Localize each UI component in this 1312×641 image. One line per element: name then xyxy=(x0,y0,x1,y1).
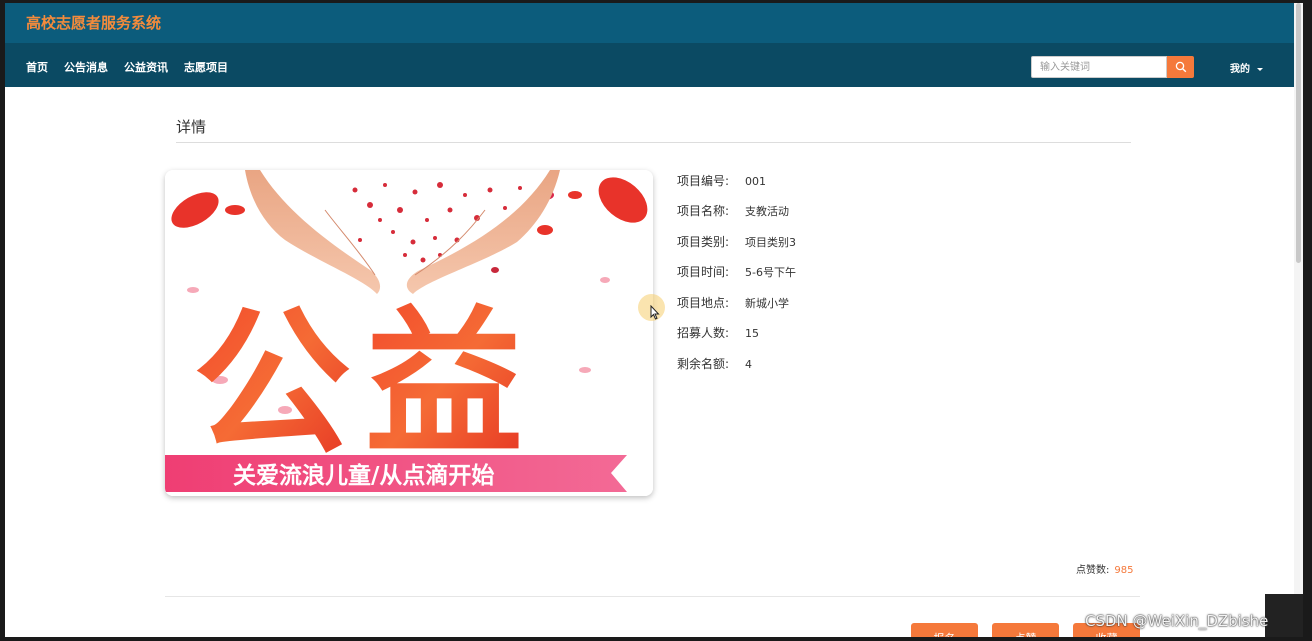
info-label: 项目时间: xyxy=(677,265,730,279)
info-value: 支教活动 xyxy=(745,205,789,218)
info-label: 剩余名额: xyxy=(677,357,730,371)
nav-item-projects[interactable]: 志愿项目 xyxy=(184,59,228,75)
nav-item-news[interactable]: 公益资讯 xyxy=(124,59,168,75)
search-input[interactable] xyxy=(1031,56,1167,78)
info-row-name: 项目名称: 支教活动 xyxy=(677,202,789,219)
vertical-scrollbar[interactable] xyxy=(1294,3,1303,637)
info-row-location: 项目地点: 新城小学 xyxy=(677,294,789,311)
chevron-down-icon xyxy=(1257,67,1263,71)
project-image: 公 益 关爱流浪儿童/从点滴开始 xyxy=(165,170,653,496)
main-navbar: 首页 公告消息 公益资讯 志愿项目 我的 xyxy=(5,43,1303,87)
like-button[interactable]: 点赞 xyxy=(992,623,1059,637)
info-row-category: 项目类别: 项目类别3 xyxy=(677,233,796,250)
info-row-recruit-count: 招募人数: 15 xyxy=(677,324,759,341)
top-header: 高校志愿者服务系统 xyxy=(5,3,1303,43)
info-label: 项目地点: xyxy=(677,296,730,310)
info-value: 新城小学 xyxy=(745,297,789,310)
detail-section-title: 详情 xyxy=(176,118,207,136)
info-value: 项目类别3 xyxy=(745,236,796,249)
nav-item-home[interactable]: 首页 xyxy=(26,59,48,75)
poster-big-char-2: 益 xyxy=(365,292,523,476)
info-row-remaining: 剩余名额: 4 xyxy=(677,355,752,372)
charity-poster-image: 公 益 关爱流浪儿童/从点滴开始 xyxy=(165,170,653,496)
watermark-text: CSDN @WeiXin_DZbishe xyxy=(1085,612,1269,630)
search-button[interactable] xyxy=(1167,56,1194,78)
scrollbar-thumb[interactable] xyxy=(1296,3,1301,263)
info-label: 招募人数: xyxy=(677,326,730,340)
likes-label: 点赞数: xyxy=(1076,565,1110,576)
info-label: 项目名称: xyxy=(677,204,730,218)
bottom-divider xyxy=(165,596,1140,597)
info-value: 5-6号下午 xyxy=(745,266,796,279)
info-value: 001 xyxy=(745,175,766,188)
search-icon xyxy=(1175,61,1187,73)
section-divider xyxy=(176,142,1131,143)
app-frame: 高校志愿者服务系统 首页 公告消息 公益资讯 志愿项目 我的 详情 xyxy=(5,3,1303,637)
info-value: 15 xyxy=(745,327,759,340)
info-value: 4 xyxy=(745,358,752,371)
site-title[interactable]: 高校志愿者服务系统 xyxy=(26,12,161,33)
my-menu-label: 我的 xyxy=(1230,64,1250,75)
watermark-corner xyxy=(1265,594,1303,637)
nav-item-announcements[interactable]: 公告消息 xyxy=(64,59,108,75)
likes-counter: 点赞数: 985 xyxy=(1076,561,1133,576)
info-row-time: 项目时间: 5-6号下午 xyxy=(677,263,796,280)
poster-big-char-1: 公 xyxy=(193,292,351,476)
poster-banner-text: 关爱流浪儿童/从点滴开始 xyxy=(233,462,494,489)
mouse-cursor-icon xyxy=(650,305,660,320)
likes-count: 985 xyxy=(1114,565,1134,576)
info-row-id: 项目编号: 001 xyxy=(677,172,766,189)
info-label: 项目编号: xyxy=(677,174,730,188)
my-menu-dropdown[interactable]: 我的 xyxy=(1230,60,1263,75)
info-label: 项目类别: xyxy=(677,235,730,249)
signup-button[interactable]: 报名 xyxy=(911,623,978,637)
